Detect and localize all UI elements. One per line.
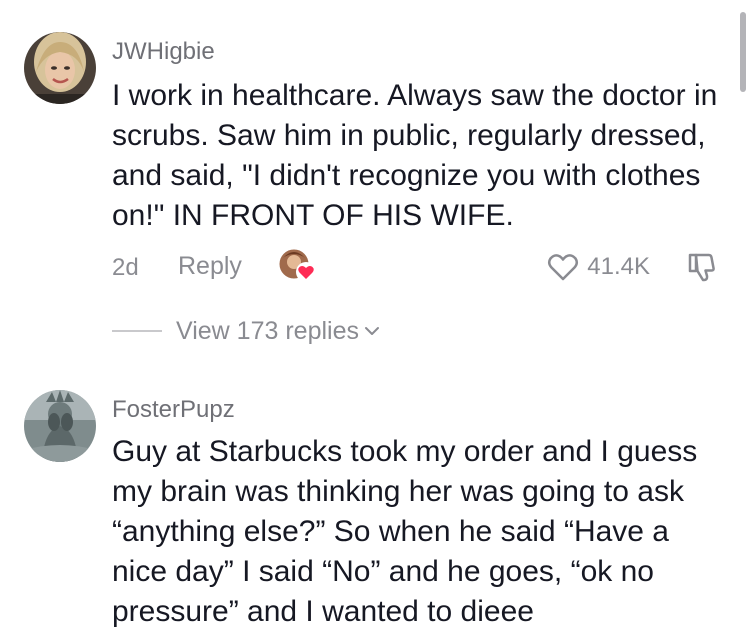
heart-icon: [548, 254, 579, 281]
scrollbar[interactable]: [740, 12, 746, 92]
heart-badge-icon: [296, 262, 316, 282]
liked-by-creator-avatar: [278, 248, 318, 284]
divider-line: [112, 330, 162, 332]
like-count: 41.4K: [587, 253, 650, 280]
comment-age: 2d: [112, 254, 139, 281]
like-button[interactable]: 41.4K: [547, 250, 650, 284]
avatar[interactable]: [24, 390, 96, 462]
reply-button[interactable]: Reply: [178, 252, 242, 281]
dislike-icon: [688, 253, 715, 282]
comment-username[interactable]: JWHigbie: [112, 38, 215, 66]
comment-actions: 2d Reply 41.4K: [112, 248, 720, 288]
comment-username[interactable]: FosterPupz: [112, 396, 235, 424]
comment-text: I work in healthcare. Always saw the doc…: [112, 79, 718, 232]
comment-text: Guy at Starbucks took my order and I gue…: [112, 435, 698, 628]
view-replies-label: View 173 replies: [176, 316, 359, 345]
chevron-down-icon: [364, 327, 379, 335]
dislike-button[interactable]: [686, 250, 720, 289]
avatar[interactable]: [24, 32, 96, 104]
view-replies-button[interactable]: View 173 replies: [112, 314, 381, 348]
